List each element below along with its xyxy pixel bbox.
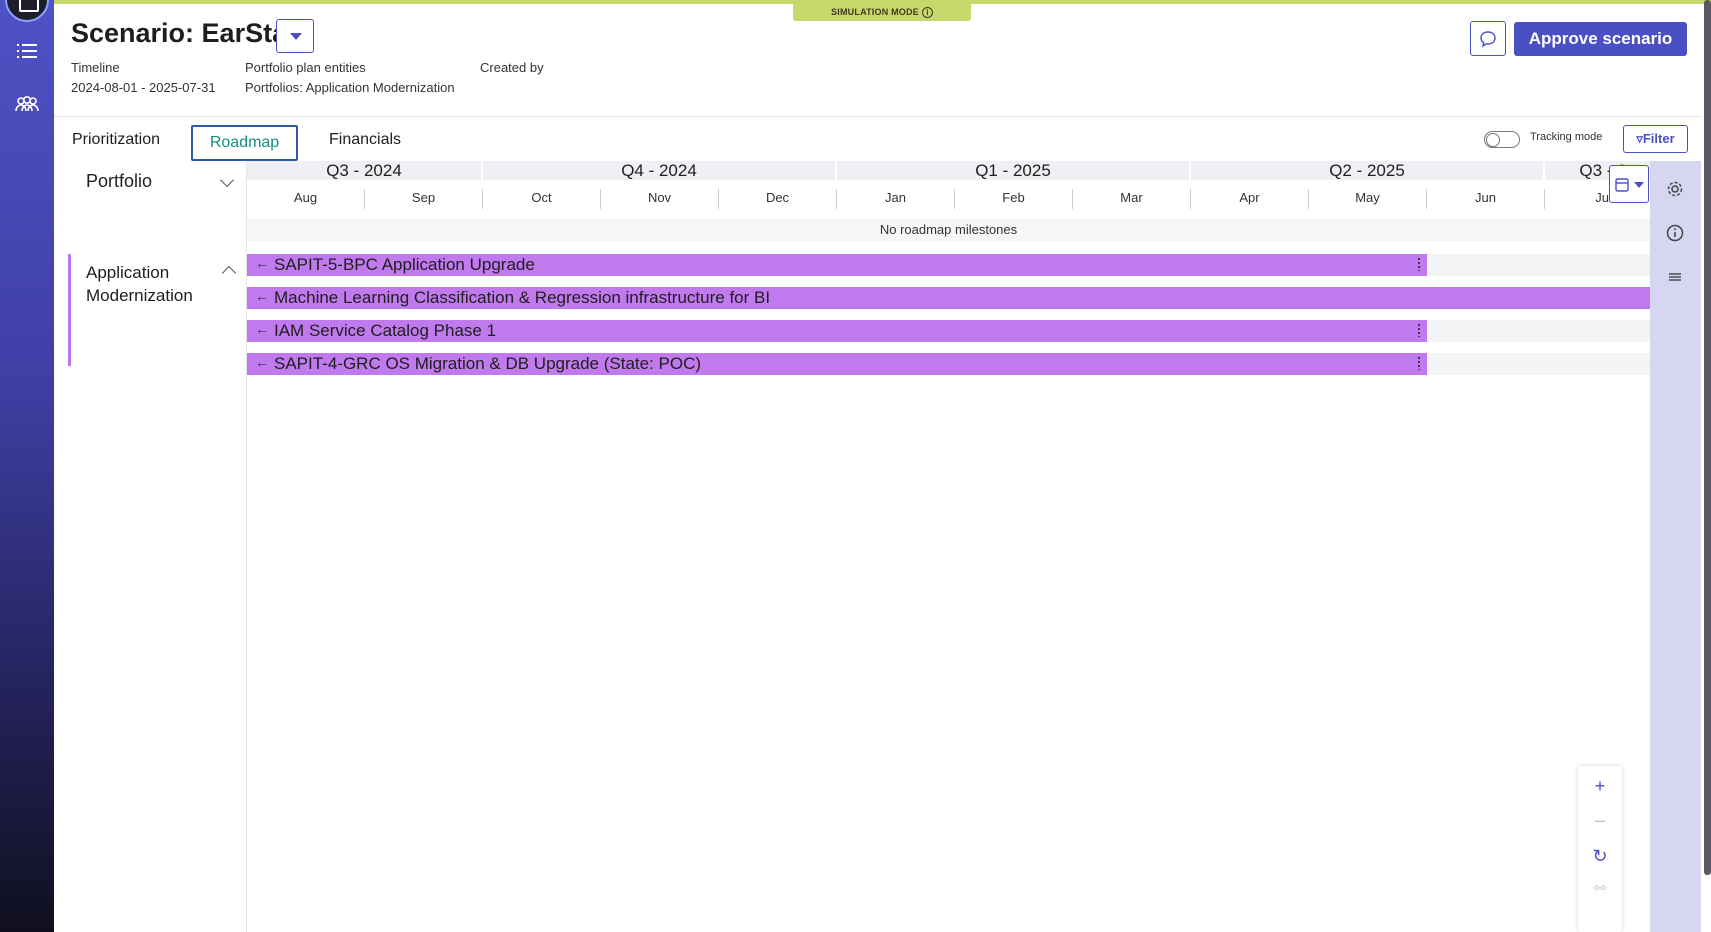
home-icon[interactable]: [5, 0, 49, 22]
quarter-header: Q1 - 2025: [837, 161, 1191, 180]
arrow-left-icon[interactable]: ←: [255, 353, 269, 373]
tab-financials[interactable]: Financials: [329, 131, 401, 149]
entities-value: Portfolios: Application Modernization: [245, 80, 455, 95]
roadmap-bar[interactable]: ← SAPIT-5-BPC Application Upgrade: [247, 254, 1427, 276]
arrow-left-icon[interactable]: ←: [255, 320, 269, 340]
filter-label: Filter: [1642, 131, 1675, 146]
month-header: Jun: [1427, 189, 1545, 209]
month-header: Dec: [719, 189, 837, 209]
page-title: Scenario: EarSta: [71, 18, 288, 48]
month-header: Feb: [955, 189, 1073, 209]
drag-handle-icon[interactable]: [1417, 323, 1421, 337]
quarter-header: Q2 - 2025: [1191, 161, 1545, 180]
people-group-icon[interactable]: [14, 94, 40, 116]
comment-icon: [1480, 31, 1496, 48]
created-by-label: Created by: [480, 60, 544, 75]
calendar-range-button[interactable]: [1609, 165, 1649, 203]
quarter-header: Q4 - 2024: [483, 161, 837, 180]
roadmap-timeline: Q3 - 2024 Q4 - 2024 Q1 - 2025 Q2 - 2025 Q3 -…: [247, 161, 1650, 932]
drag-handle-icon[interactable]: [1417, 257, 1421, 271]
roadmap-bar-label: Machine Learning Classification & Regres…: [274, 288, 771, 307]
portfolio-header: Portfolio: [86, 171, 153, 191]
right-tool-rail: [1650, 161, 1701, 932]
calendar-icon: [1615, 178, 1644, 192]
portfolio-panel: Portfolio Application Modernization: [54, 161, 247, 932]
drag-handle-icon[interactable]: [1417, 356, 1421, 370]
portfolio-group-label: Application Modernization: [86, 263, 193, 305]
arrow-left-icon[interactable]: ←: [255, 254, 269, 274]
simulation-mode-text: SIMULATION MODE: [831, 7, 919, 17]
milestones-row: No roadmap milestones: [247, 219, 1650, 241]
page-scrollbar[interactable]: [1704, 0, 1711, 875]
timeline-value: 2024-08-01 - 2025-07-31: [71, 80, 216, 95]
approve-scenario-button[interactable]: Approve scenario: [1514, 22, 1687, 56]
tracking-mode-label: Tracking mode: [1530, 131, 1603, 143]
scenario-dropdown-button[interactable]: [276, 19, 314, 53]
link-icon[interactable]: ⚯: [1578, 880, 1622, 897]
tracking-mode-toggle[interactable]: [1484, 131, 1520, 148]
chevron-down-icon[interactable]: [219, 172, 235, 188]
list-menu-icon[interactable]: [14, 40, 40, 62]
roadmap-bar-label: SAPIT-5-BPC Application Upgrade: [274, 255, 535, 274]
info-icon[interactable]: [1665, 223, 1685, 243]
tab-prioritization[interactable]: Prioritization: [72, 131, 160, 149]
left-nav-rail: [0, 0, 54, 932]
roadmap-bar-label: SAPIT-4-GRC OS Migration & DB Upgrade (S…: [274, 354, 702, 373]
timeline-label: Timeline: [71, 60, 120, 75]
list-view-icon[interactable]: [1665, 267, 1685, 287]
arrow-left-icon[interactable]: ←: [255, 287, 269, 307]
reset-refresh-icon[interactable]: ↻: [1578, 846, 1622, 867]
month-header: May: [1309, 189, 1427, 209]
quarter-header: Q3 - 2024: [247, 161, 483, 180]
entities-label: Portfolio plan entities: [245, 60, 366, 75]
roadmap-bar[interactable]: ← Machine Learning Classification & Regre…: [247, 287, 1650, 309]
month-header: Nov: [601, 189, 719, 209]
month-header: Jan: [837, 189, 955, 209]
tab-roadmap[interactable]: Roadmap: [191, 125, 298, 161]
roadmap-bar[interactable]: ← SAPIT-4-GRC OS Migration & DB Upgrade (…: [247, 353, 1427, 375]
comment-button[interactable]: [1470, 21, 1506, 56]
roadmap-bar[interactable]: ← IAM Service Catalog Phase 1: [247, 320, 1427, 342]
zoom-out-minus-icon[interactable]: –: [1578, 810, 1622, 831]
month-header: Sep: [365, 189, 483, 209]
header-divider: [54, 116, 1701, 117]
roadmap-bar-label: IAM Service Catalog Phase 1: [274, 321, 497, 340]
month-header: Aug: [247, 189, 365, 209]
month-header: Apr: [1191, 189, 1309, 209]
zoom-controls: + – ↻ ⚯: [1578, 766, 1622, 932]
settings-gear-icon[interactable]: [1665, 179, 1685, 199]
zoom-in-plus-icon[interactable]: +: [1578, 776, 1622, 797]
month-header: Oct: [483, 189, 601, 209]
info-icon[interactable]: i: [921, 7, 933, 19]
filter-button[interactable]: ▿Filter: [1623, 125, 1688, 153]
simulation-mode-badge: SIMULATION MODE i: [793, 4, 971, 21]
chevron-up-icon[interactable]: [221, 265, 237, 281]
month-header: Mar: [1073, 189, 1191, 209]
group-indicator: [68, 254, 71, 366]
